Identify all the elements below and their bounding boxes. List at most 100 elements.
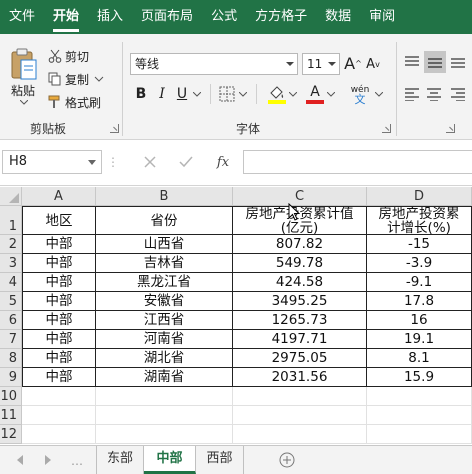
cell-a5[interactable]: 中部 [22,292,96,311]
row-header-9[interactable]: 9 [0,368,22,387]
cell-d7[interactable]: 19.1 [367,330,472,349]
cell-c12[interactable] [233,425,367,444]
cell-c5[interactable]: 3495.25 [233,292,367,311]
cell-c11[interactable] [233,406,367,425]
align-top-icon[interactable] [402,52,422,72]
row-header-12[interactable]: 12 [0,425,22,444]
cell-d10[interactable] [367,387,472,406]
insert-function-icon[interactable]: fx [212,152,234,172]
cell-a7[interactable]: 中部 [22,330,96,349]
select-all-corner[interactable] [0,187,22,206]
cell-d8[interactable]: 8.1 [367,349,472,368]
increase-font-size-icon[interactable]: A ^ [344,52,362,74]
cell-b12[interactable] [96,425,233,444]
cell-c10[interactable] [233,387,367,406]
font-name-dropdown-icon[interactable] [283,54,297,74]
column-header-b[interactable]: B [96,187,233,206]
sheet-tab-west[interactable]: 西部 [196,446,244,474]
row-header-10[interactable]: 10 [0,387,22,406]
cell-b9[interactable]: 湖南省 [96,368,233,387]
cell-c1[interactable]: 房地产投资累计值(亿元) [233,206,367,235]
cell-b6[interactable]: 江西省 [96,311,233,330]
formula-bar-grip-icon[interactable]: ⋮ [107,153,119,171]
cell-d1[interactable]: 房地产投资累 计增长(%) [367,206,472,235]
row-header-11[interactable]: 11 [0,406,22,425]
cell-c7[interactable]: 4197.71 [233,330,367,349]
fill-color-dropdown-icon[interactable] [288,90,298,98]
cell-c9[interactable]: 2031.56 [233,368,367,387]
paste-icon[interactable] [8,46,40,82]
cell-b3[interactable]: 吉林省 [96,254,233,273]
paste-dropdown-icon[interactable] [18,98,30,106]
formula-input[interactable] [243,150,472,174]
cell-d12[interactable] [367,425,472,444]
cell-a10[interactable] [22,387,96,406]
cell-a1[interactable]: 地区 [22,206,96,235]
tab-overflow-icon[interactable]: … [71,454,83,468]
row-header-5[interactable]: 5 [0,292,22,311]
cell-a2[interactable]: 中部 [22,235,96,254]
confirm-entry-icon[interactable] [176,152,196,172]
underline-dropdown-icon[interactable] [192,90,202,98]
cell-c8[interactable]: 2975.05 [233,349,367,368]
cell-d3[interactable]: -3.9 [367,254,472,273]
tab-file[interactable]: 文件 [0,0,44,34]
scroll-tabs-right-icon[interactable] [42,454,54,466]
tab-review[interactable]: 审阅 [360,0,404,34]
cell-a4[interactable]: 中部 [22,273,96,292]
cell-a3[interactable]: 中部 [22,254,96,273]
borders-dropdown-icon[interactable] [238,90,248,98]
cell-d4[interactable]: -9.1 [367,273,472,292]
add-sheet-icon[interactable] [278,451,296,469]
font-size-dropdown-icon[interactable] [325,54,339,74]
copy-dropdown-icon[interactable] [93,76,105,82]
align-left-icon[interactable] [402,84,422,104]
scroll-tabs-left-icon[interactable] [14,454,26,466]
underline-button[interactable]: U [174,84,190,104]
font-name-combo[interactable]: 等线 [130,53,298,75]
align-bottom-icon[interactable] [448,52,468,72]
cell-c4[interactable]: 424.58 [233,273,367,292]
align-center-icon[interactable] [424,84,444,104]
font-color-dropdown-icon[interactable] [326,90,336,98]
clipboard-launcher-icon[interactable] [110,124,119,133]
row-header-6[interactable]: 6 [0,311,22,330]
tab-fangfang-gezi[interactable]: 方方格子 [246,0,316,34]
worksheet-grid[interactable]: A B C D 1地区省份房地产投资累计值(亿元)房地产投资累计增长(%)2中部… [0,187,472,445]
name-box[interactable]: H8 [2,150,102,174]
copy-button[interactable]: 复制 [48,69,108,89]
cell-d9[interactable]: 15.9 [367,368,472,387]
cell-b1[interactable]: 省份 [96,206,233,235]
cell-d5[interactable]: 17.8 [367,292,472,311]
cell-a8[interactable]: 中部 [22,349,96,368]
cell-a9[interactable]: 中部 [22,368,96,387]
cell-b7[interactable]: 河南省 [96,330,233,349]
cell-a11[interactable] [22,406,96,425]
row-header-3[interactable]: 3 [0,254,22,273]
cell-d11[interactable] [367,406,472,425]
decrease-font-size-icon[interactable]: Av [364,54,382,74]
paste-button[interactable]: 粘贴 [11,80,35,100]
cell-b5[interactable]: 安徽省 [96,292,233,311]
cell-d2[interactable]: -15 [367,235,472,254]
font-launcher-icon[interactable] [382,124,391,133]
format-painter-button[interactable]: 格式刷 [48,92,101,112]
cell-c2[interactable]: 807.82 [233,235,367,254]
row-header-1[interactable]: 1 [0,206,22,235]
cut-button[interactable]: 剪切 [48,46,89,66]
cell-b2[interactable]: 山西省 [96,235,233,254]
cell-b8[interactable]: 湖北省 [96,349,233,368]
tab-formulas[interactable]: 公式 [202,0,246,34]
row-header-4[interactable]: 4 [0,273,22,292]
borders-icon[interactable] [218,85,236,103]
align-middle-icon[interactable] [424,51,446,73]
font-size-combo[interactable]: 11 [302,53,340,75]
italic-button[interactable]: I [154,84,170,104]
cell-c6[interactable]: 1265.73 [233,311,367,330]
sheet-tab-central[interactable]: 中部 [144,446,196,474]
name-box-dropdown-icon[interactable] [88,160,96,165]
cell-a6[interactable]: 中部 [22,311,96,330]
cell-b11[interactable] [96,406,233,425]
bold-button[interactable]: B [132,84,150,104]
phonetic-dropdown-icon[interactable] [374,90,384,98]
